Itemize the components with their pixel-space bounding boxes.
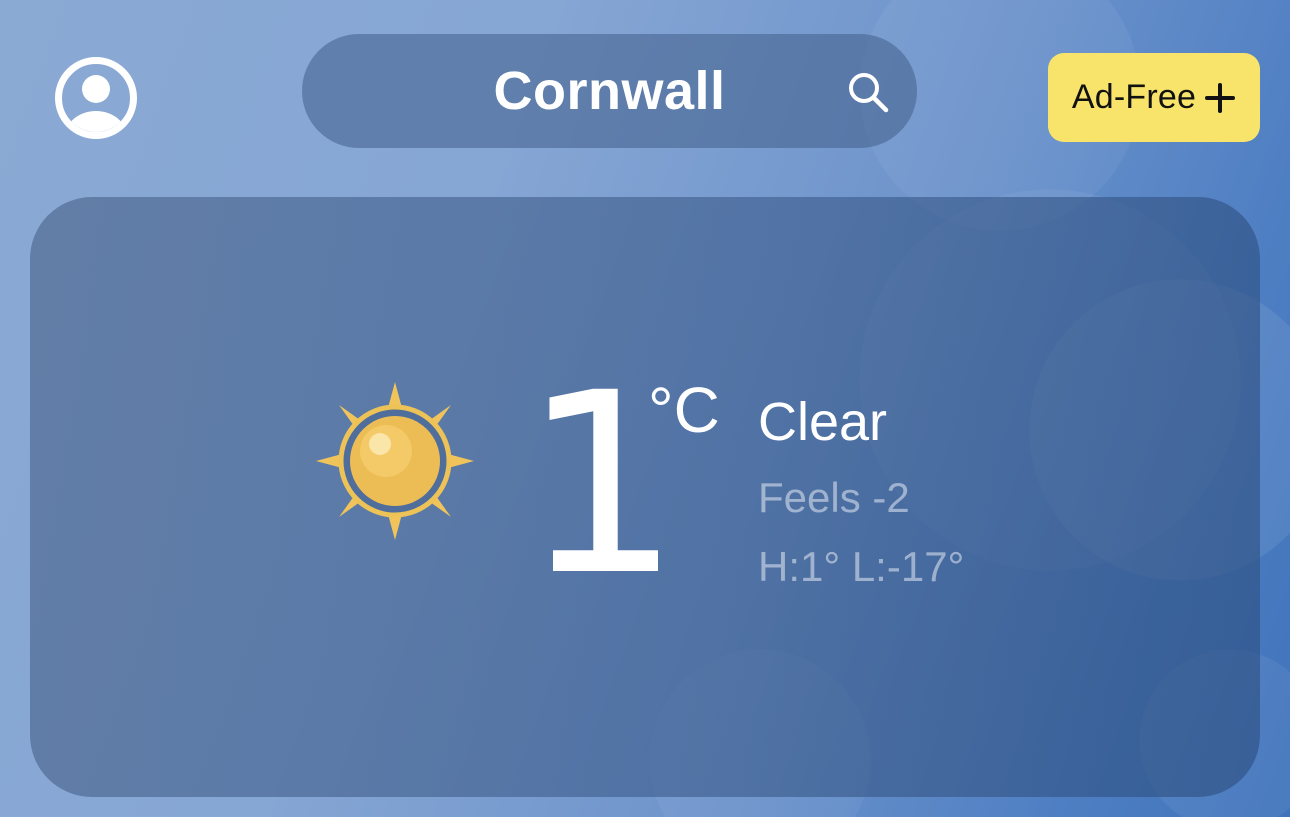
- feels-like-text: Feels -2: [758, 474, 910, 521]
- ad-free-button[interactable]: Ad-Free: [1048, 53, 1260, 142]
- plus-icon: [1205, 82, 1236, 113]
- location-name: Cornwall: [493, 61, 726, 121]
- high-low-text: H:1° L:-17°: [758, 543, 965, 590]
- condition-text: Clear: [758, 392, 888, 452]
- profile-button[interactable]: [53, 55, 139, 141]
- temperature-unit: °C: [648, 374, 720, 446]
- location-search-bar[interactable]: Cornwall: [302, 34, 917, 148]
- ad-free-label: Ad-Free: [1071, 78, 1197, 116]
- sun-icon: [314, 380, 476, 542]
- person-circle-icon: [55, 57, 137, 139]
- magnifier-icon[interactable]: [846, 70, 890, 114]
